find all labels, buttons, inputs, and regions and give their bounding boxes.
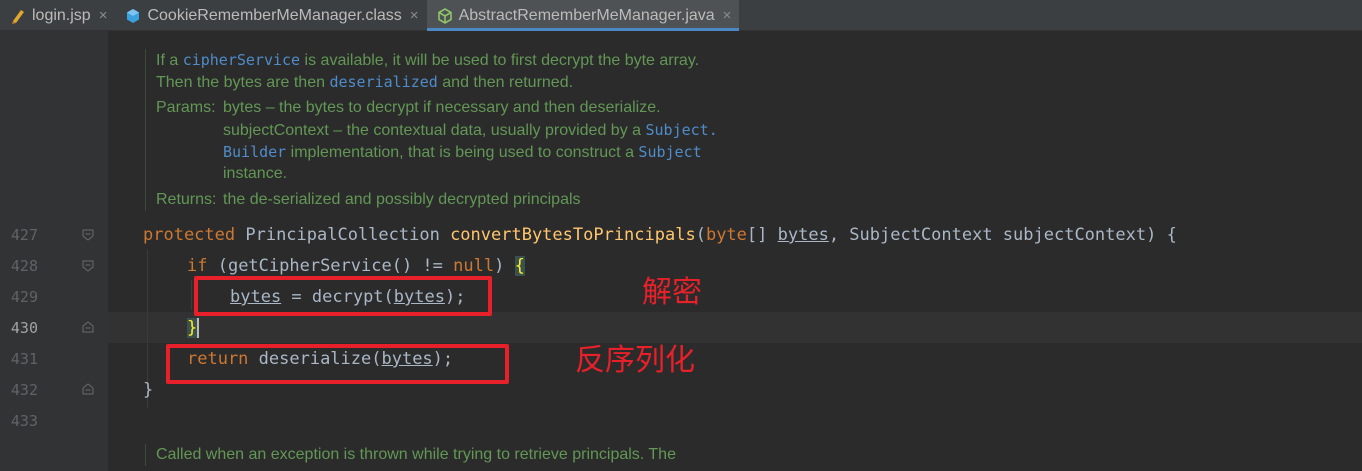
fold-end-icon[interactable] [82,321,94,333]
line-number-gutter [0,31,108,471]
rendered-javadoc: Called when an exception is thrown while… [145,444,676,466]
text-caret [197,318,200,338]
close-icon[interactable]: × [99,7,108,24]
line-number: 431 [10,350,38,368]
jsp-file-icon [10,8,26,24]
deserialize-highlight-box [166,344,509,384]
indent-guide [191,280,192,310]
rendered-javadoc: If a cipherService is available, it will… [145,49,718,211]
line-number: 430 [10,319,38,337]
doc-code-ref[interactable]: cipherService [183,51,300,69]
current-line-highlight [108,312,1362,343]
tab-cookie-remember-me-manager[interactable]: CookieRememberMeManager.class × [115,0,426,31]
tab-abstract-remember-me-manager[interactable]: AbstractRememberMeManager.java × [426,0,740,31]
deserialize-annotation: 反序列化 [575,343,695,378]
code-line-427[interactable]: protected PrincipalCollection convertByt… [143,225,1177,245]
doc-code-ref[interactable]: Subject [638,143,701,161]
close-icon[interactable]: × [410,7,419,24]
fold-end-icon[interactable] [82,383,94,395]
tab-label: login.jsp [32,6,91,24]
class-file-icon [125,8,141,24]
decrypt-annotation: 解密 [642,275,702,310]
code-line-432[interactable]: } [143,380,153,400]
editor-tab-bar: login.jsp × CookieRememberMeManager.clas… [0,0,1362,31]
line-number: 428 [10,257,38,275]
doc-returns-label: Returns: [156,191,217,208]
line-number: 433 [10,412,38,430]
line-number: 432 [10,381,38,399]
doc-code-ref[interactable]: deserialized [329,73,437,91]
tab-label: CookieRememberMeManager.class [147,6,402,24]
doc-params-label: Params: [156,99,216,116]
doc-code-ref[interactable]: Builder [223,143,286,161]
code-line-430[interactable]: } [187,318,200,338]
close-icon[interactable]: × [723,7,732,24]
tab-login-jsp[interactable]: login.jsp × [0,0,115,31]
code-editor[interactable]: 427 428 429 430 431 432 433 If a cipherS… [0,31,1362,471]
tab-label: AbstractRememberMeManager.java [458,6,715,24]
fold-collapse-icon[interactable] [82,229,94,241]
line-number: 427 [10,226,38,244]
doc-code-ref[interactable]: Subject. [645,121,717,139]
java-file-icon [437,7,453,24]
code-line-428[interactable]: if (getCipherService() != null) { [187,256,525,276]
line-number: 429 [10,288,38,306]
fold-collapse-icon[interactable] [82,260,94,272]
decrypt-highlight-box [194,276,492,316]
